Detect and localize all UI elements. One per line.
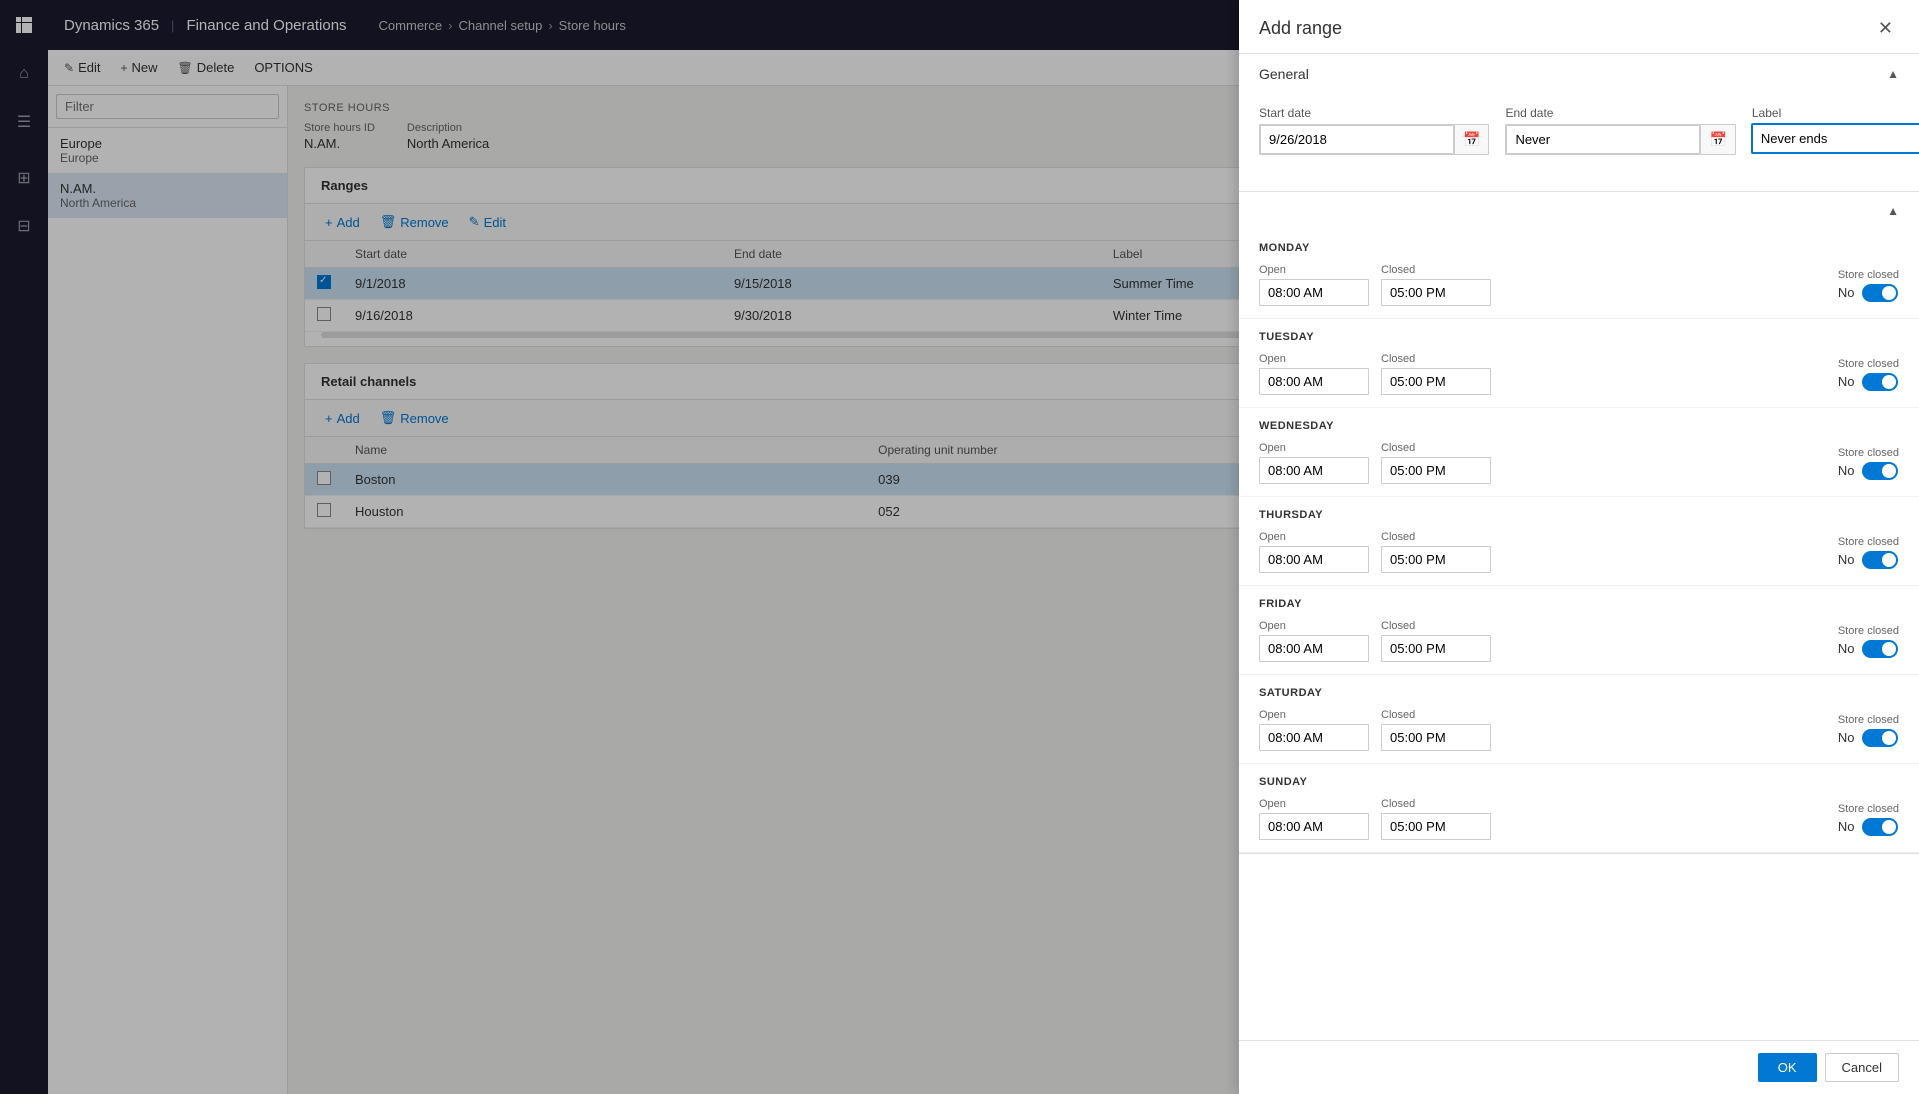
saturday-toggle[interactable]	[1862, 729, 1898, 747]
wednesday-open-input[interactable]	[1259, 457, 1369, 484]
sunday-store-closed-label: No	[1838, 819, 1855, 834]
sunday-fields: Open Closed Store closed No	[1259, 798, 1899, 840]
day-section-tuesday: TUESDAY Open Closed Store closed No	[1239, 319, 1919, 408]
start-date-field: Start date 📅	[1259, 106, 1489, 155]
friday-fields: Open Closed Store closed No	[1259, 620, 1899, 662]
tuesday-store-closed-group: Store closed No	[1838, 358, 1899, 391]
friday-closed-field: Closed	[1381, 620, 1491, 662]
sunday-store-closed-group: Store closed No	[1838, 803, 1899, 836]
wednesday-store-closed-label: No	[1838, 463, 1855, 478]
saturday-fields: Open Closed Store closed No	[1259, 709, 1899, 751]
friday-open-input[interactable]	[1259, 635, 1369, 662]
sunday-closed-field: Closed	[1381, 798, 1491, 840]
days-section: ▲ MONDAY Open Closed Store closed No TUE…	[1239, 192, 1919, 854]
thursday-closed-field: Closed	[1381, 531, 1491, 573]
end-date-input-wrapper: 📅	[1505, 124, 1735, 155]
thursday-store-closed-group: Store closed No	[1838, 536, 1899, 569]
panel-header: Add range ✕	[1239, 0, 1919, 54]
tuesday-store-closed-label: No	[1838, 374, 1855, 389]
monday-closed-field: Closed	[1381, 264, 1491, 306]
monday-store-closed-label: No	[1838, 285, 1855, 300]
end-date-input[interactable]	[1506, 125, 1700, 154]
days-section-header[interactable]: ▲	[1239, 192, 1919, 230]
friday-open-field: Open	[1259, 620, 1369, 662]
tuesday-closed-input[interactable]	[1381, 368, 1491, 395]
thursday-store-closed-label: No	[1838, 552, 1855, 567]
general-section: General ▲ Start date 📅 End date	[1239, 54, 1919, 192]
wednesday-closed-field: Closed	[1381, 442, 1491, 484]
wednesday-fields: Open Closed Store closed No	[1259, 442, 1899, 484]
start-date-input[interactable]	[1260, 125, 1454, 154]
saturday-store-closed-label: No	[1838, 730, 1855, 745]
friday-toggle[interactable]	[1862, 640, 1898, 658]
add-range-panel: Add range ✕ General ▲ Start date 📅	[1239, 0, 1919, 1094]
sunday-open-field: Open	[1259, 798, 1369, 840]
saturday-store-closed-group: Store closed No	[1838, 714, 1899, 747]
label-input[interactable]	[1752, 124, 1919, 153]
day-section-monday: MONDAY Open Closed Store closed No	[1239, 230, 1919, 319]
cancel-button[interactable]: Cancel	[1825, 1053, 1899, 1082]
day-section-wednesday: WEDNESDAY Open Closed Store closed No	[1239, 408, 1919, 497]
day-section-friday: FRIDAY Open Closed Store closed No	[1239, 586, 1919, 675]
day-section-sunday: SUNDAY Open Closed Store closed No	[1239, 764, 1919, 853]
monday-open-field: Open	[1259, 264, 1369, 306]
saturday-closed-input[interactable]	[1381, 724, 1491, 751]
monday-fields: Open Closed Store closed No	[1259, 264, 1899, 306]
monday-store-closed-group: Store closed No	[1838, 269, 1899, 302]
friday-store-closed-group: Store closed No	[1838, 625, 1899, 658]
tuesday-open-input[interactable]	[1259, 368, 1369, 395]
tuesday-closed-field: Closed	[1381, 353, 1491, 395]
thursday-fields: Open Closed Store closed No	[1259, 531, 1899, 573]
days-collapse-icon: ▲	[1887, 204, 1899, 218]
wednesday-open-field: Open	[1259, 442, 1369, 484]
collapse-icon: ▲	[1887, 67, 1899, 81]
date-row: Start date 📅 End date 📅	[1259, 106, 1899, 155]
monday-label: MONDAY	[1259, 242, 1899, 254]
panel-close-button[interactable]: ✕	[1872, 16, 1899, 41]
thursday-closed-input[interactable]	[1381, 546, 1491, 573]
wednesday-label: WEDNESDAY	[1259, 420, 1899, 432]
end-date-calendar-icon[interactable]: 📅	[1700, 125, 1734, 154]
friday-label: FRIDAY	[1259, 598, 1899, 610]
friday-closed-input[interactable]	[1381, 635, 1491, 662]
tuesday-toggle[interactable]	[1862, 373, 1898, 391]
monday-closed-input[interactable]	[1381, 279, 1491, 306]
sunday-open-input[interactable]	[1259, 813, 1369, 840]
thursday-open-input[interactable]	[1259, 546, 1369, 573]
start-date-input-wrapper: 📅	[1259, 124, 1489, 155]
thursday-toggle[interactable]	[1862, 551, 1898, 569]
sunday-toggle[interactable]	[1862, 818, 1898, 836]
friday-store-closed-label: No	[1838, 641, 1855, 656]
saturday-open-field: Open	[1259, 709, 1369, 751]
label-field: Label	[1752, 106, 1919, 155]
saturday-closed-field: Closed	[1381, 709, 1491, 751]
monday-open-input[interactable]	[1259, 279, 1369, 306]
days-container: MONDAY Open Closed Store closed No TUESD…	[1239, 230, 1919, 853]
sunday-closed-input[interactable]	[1381, 813, 1491, 840]
general-section-header[interactable]: General ▲	[1239, 54, 1919, 94]
end-date-field: End date 📅	[1505, 106, 1735, 155]
general-section-body: Start date 📅 End date 📅	[1239, 94, 1919, 191]
thursday-open-field: Open	[1259, 531, 1369, 573]
day-section-thursday: THURSDAY Open Closed Store closed No	[1239, 497, 1919, 586]
wednesday-store-closed-group: Store closed No	[1838, 447, 1899, 480]
wednesday-closed-input[interactable]	[1381, 457, 1491, 484]
monday-toggle[interactable]	[1862, 284, 1898, 302]
saturday-label: SATURDAY	[1259, 687, 1899, 699]
tuesday-fields: Open Closed Store closed No	[1259, 353, 1899, 395]
wednesday-toggle[interactable]	[1862, 462, 1898, 480]
ok-button[interactable]: OK	[1758, 1053, 1817, 1082]
tuesday-label: TUESDAY	[1259, 331, 1899, 343]
day-section-saturday: SATURDAY Open Closed Store closed No	[1239, 675, 1919, 764]
panel-body: General ▲ Start date 📅 End date	[1239, 54, 1919, 1040]
saturday-open-input[interactable]	[1259, 724, 1369, 751]
tuesday-open-field: Open	[1259, 353, 1369, 395]
thursday-label: THURSDAY	[1259, 509, 1899, 521]
panel-footer: OK Cancel	[1239, 1040, 1919, 1094]
panel-title: Add range	[1259, 18, 1342, 39]
sunday-label: SUNDAY	[1259, 776, 1899, 788]
start-date-calendar-icon[interactable]: 📅	[1454, 125, 1488, 154]
